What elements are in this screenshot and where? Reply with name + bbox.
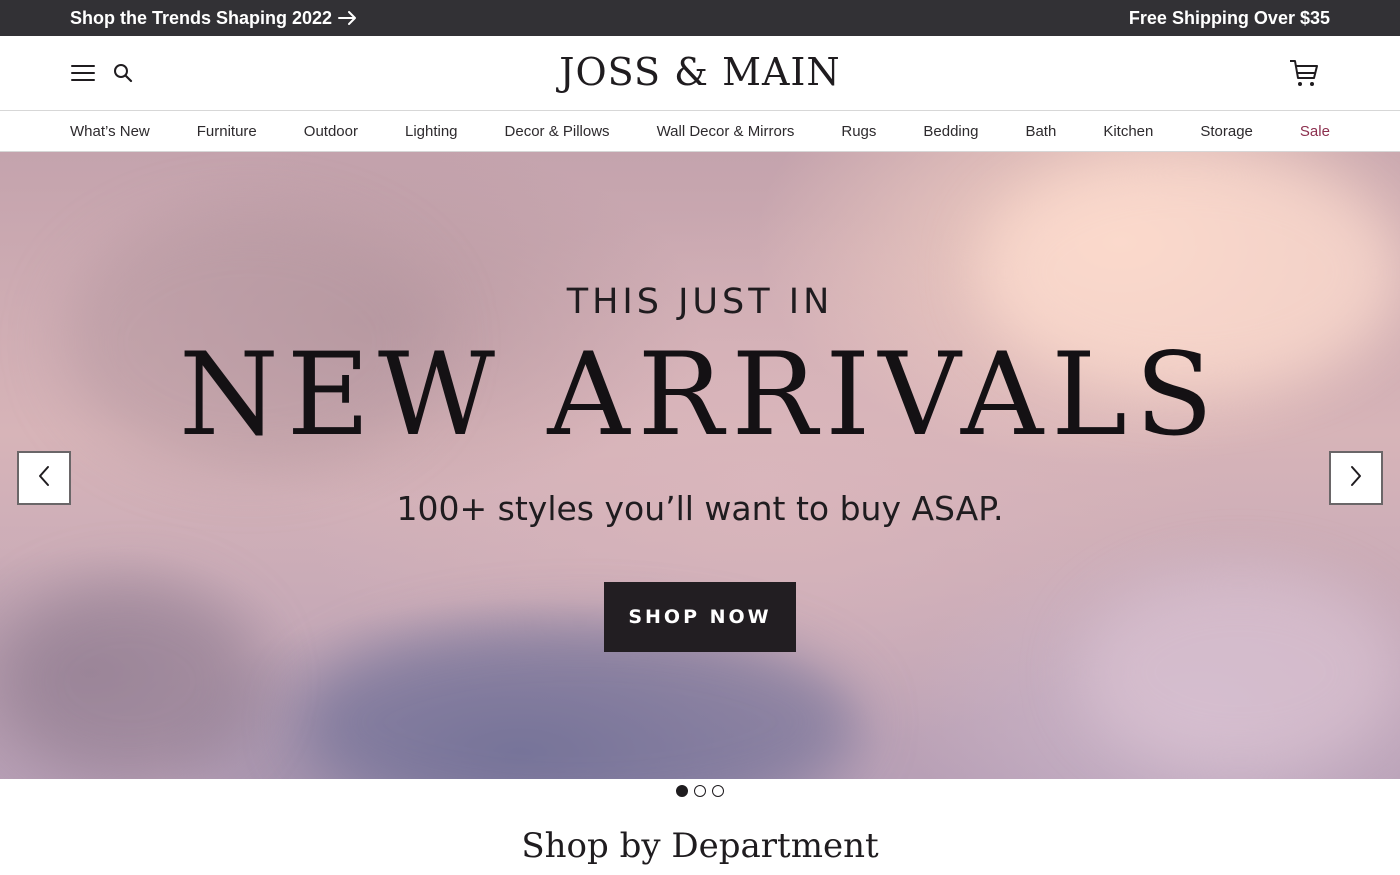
- carousel-dot-1[interactable]: [676, 785, 688, 797]
- main-nav: What’s New Furniture Outdoor Lighting De…: [0, 111, 1400, 152]
- nav-item-wall-decor-mirrors[interactable]: Wall Decor & Mirrors: [657, 123, 795, 140]
- nav-item-furniture[interactable]: Furniture: [197, 123, 257, 140]
- promo-trends-link[interactable]: Shop the Trends Shaping 2022: [70, 8, 358, 29]
- carousel-dot-3[interactable]: [712, 785, 724, 797]
- carousel-dots: [0, 785, 1400, 797]
- shop-by-department-title: Shop by Department: [521, 826, 879, 866]
- hero-content: THIS JUST IN NEW ARRIVALS 100+ styles yo…: [0, 152, 1400, 779]
- promo-trends-label: Shop the Trends Shaping 2022: [70, 7, 333, 28]
- arrow-right-icon: [338, 10, 358, 26]
- nav-item-outdoor[interactable]: Outdoor: [304, 123, 358, 140]
- nav-item-bath[interactable]: Bath: [1025, 123, 1056, 140]
- carousel-dot-2[interactable]: [694, 785, 706, 797]
- site-header: JOSS & MAIN: [0, 36, 1400, 111]
- nav-item-sale[interactable]: Sale: [1300, 123, 1330, 140]
- nav-item-lighting[interactable]: Lighting: [405, 123, 458, 140]
- hero-eyebrow: THIS JUST IN: [566, 282, 834, 322]
- nav-item-storage[interactable]: Storage: [1200, 123, 1253, 140]
- free-shipping-text: Free Shipping Over $35: [1128, 7, 1330, 28]
- chevron-right-icon: [1349, 465, 1363, 492]
- nav-item-kitchen[interactable]: Kitchen: [1103, 123, 1153, 140]
- nav-item-bedding[interactable]: Bedding: [923, 123, 978, 140]
- shop-now-button[interactable]: SHOP NOW: [604, 582, 796, 652]
- chevron-left-icon: [37, 465, 51, 492]
- hero-subhead: 100+ styles you’ll want to buy ASAP.: [396, 489, 1004, 528]
- carousel-next-button[interactable]: [1329, 451, 1383, 505]
- nav-item-rugs[interactable]: Rugs: [841, 123, 876, 140]
- site-logo[interactable]: JOSS & MAIN: [0, 50, 1400, 94]
- cart-icon[interactable]: [1288, 57, 1320, 89]
- promo-bar: Shop the Trends Shaping 2022 Free Shippi…: [0, 0, 1400, 36]
- nav-item-whats-new[interactable]: What’s New: [70, 123, 150, 140]
- carousel-prev-button[interactable]: [17, 451, 71, 505]
- hero-banner: THIS JUST IN NEW ARRIVALS 100+ styles yo…: [0, 152, 1400, 779]
- hero-headline: NEW ARRIVALS: [178, 328, 1222, 461]
- nav-item-decor-pillows[interactable]: Decor & Pillows: [505, 123, 610, 140]
